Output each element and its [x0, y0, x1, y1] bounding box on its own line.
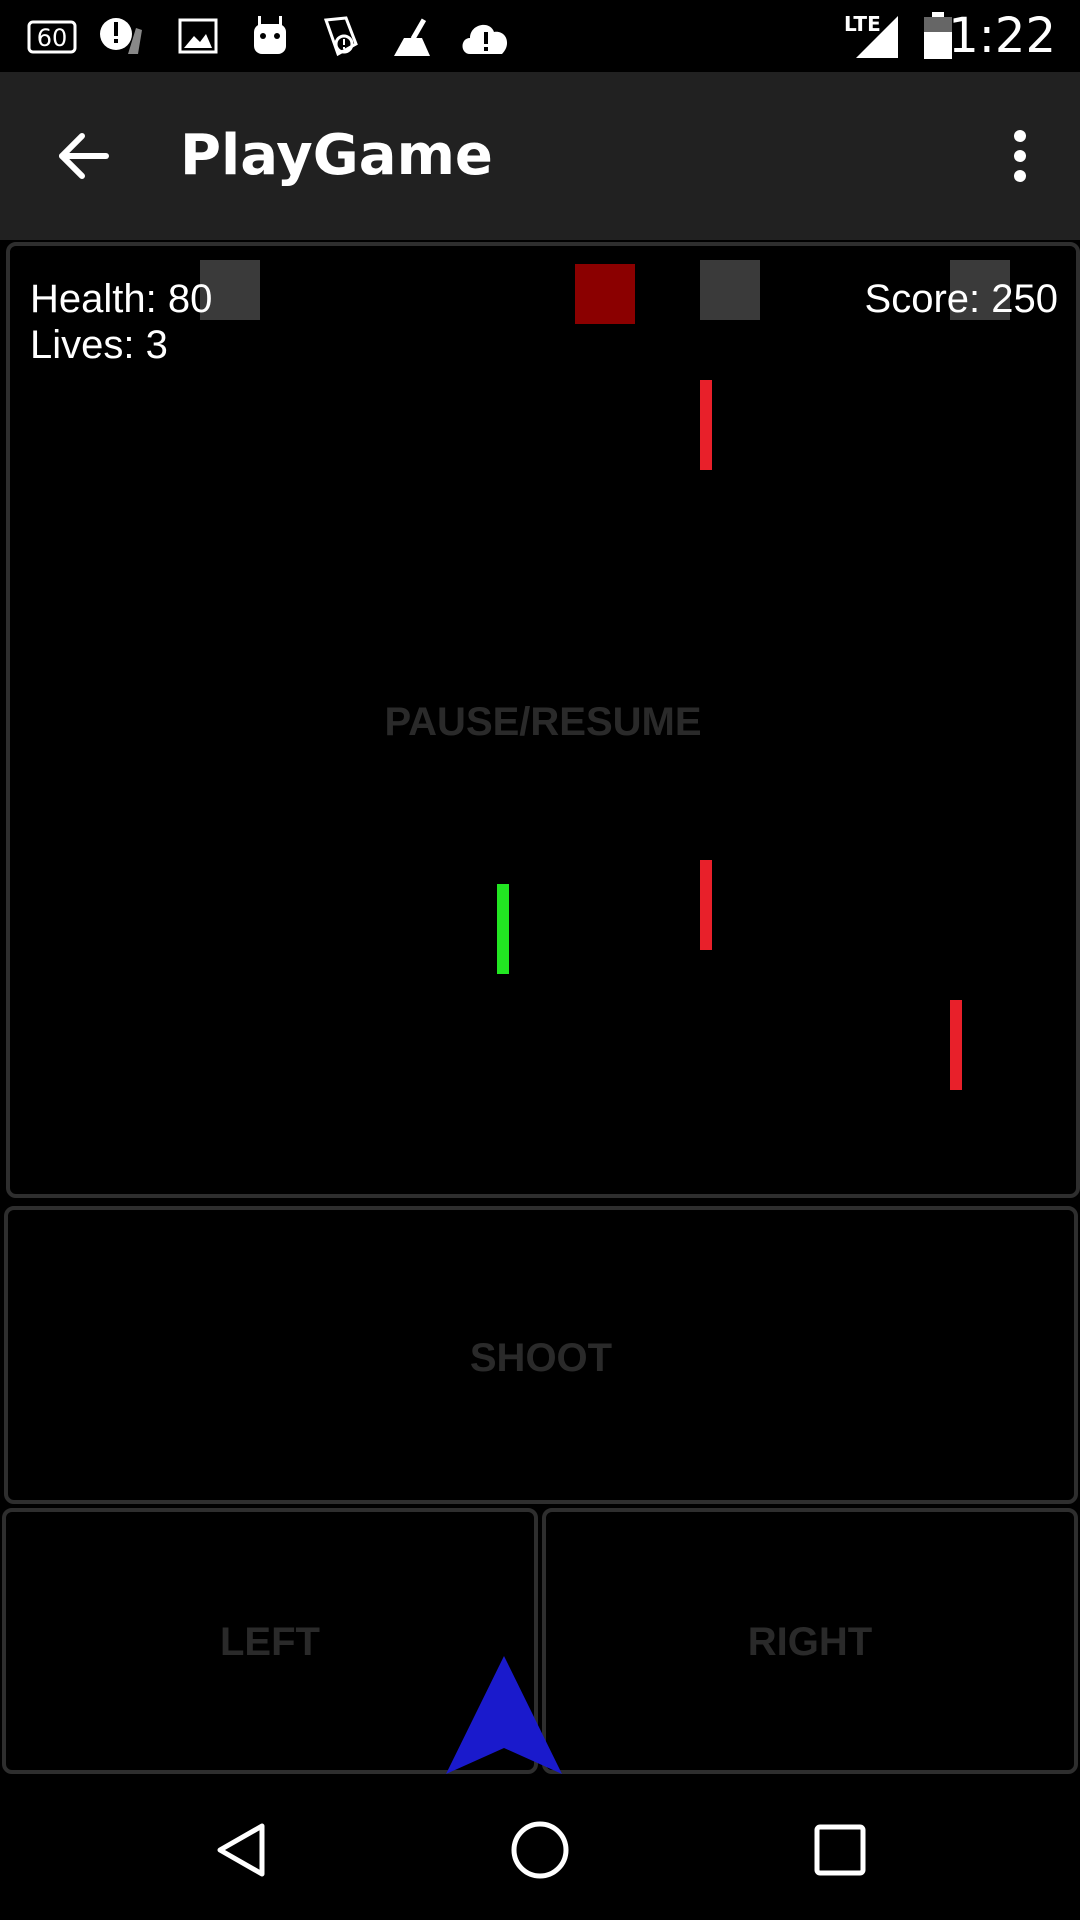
enemy-laser — [700, 380, 712, 470]
sixty-icon: 60 — [27, 20, 77, 54]
enemy-block — [700, 260, 760, 320]
clock: 1:22 — [948, 8, 1056, 64]
status-bar: 60 LTE 1:22 — [0, 0, 1080, 72]
enemy-laser — [700, 860, 712, 950]
player-ship — [446, 1656, 562, 1774]
app-bar: PlayGame — [0, 72, 1080, 240]
alert-can-icon — [323, 16, 358, 57]
back-button[interactable] — [40, 112, 128, 200]
lives-display: Lives: 3 — [30, 323, 168, 367]
right-label: RIGHT — [747, 1620, 873, 1664]
player-laser — [497, 884, 509, 974]
broom-icon — [394, 18, 430, 56]
shoot-button[interactable]: SHOOT — [4, 1206, 1078, 1504]
health-display: Health: 80 — [30, 277, 213, 321]
pause-resume-label: PAUSE/RESUME — [384, 700, 702, 744]
pause-resume-button[interactable]: PAUSE/RESUME — [6, 242, 1080, 1198]
enemy-laser — [950, 1000, 962, 1090]
more-vert-icon — [1014, 130, 1026, 182]
enemy-block-red — [575, 264, 635, 324]
svg-text:60: 60 — [37, 24, 68, 52]
image-icon — [178, 18, 218, 54]
alert-broom-icon — [100, 18, 142, 54]
overflow-menu-button[interactable] — [976, 112, 1064, 200]
signal-icon — [856, 16, 898, 58]
nav-recents-icon[interactable] — [812, 1822, 868, 1878]
nav-home-icon[interactable] — [508, 1818, 572, 1882]
shoot-label: SHOOT — [469, 1336, 613, 1380]
right-button[interactable]: RIGHT — [542, 1508, 1078, 1774]
cloud-alert-icon — [462, 24, 508, 54]
arrow-back-icon — [59, 133, 109, 179]
page-title: PlayGame — [180, 123, 493, 188]
navigation-bar — [0, 1776, 1080, 1920]
android-icon — [254, 16, 286, 54]
score-display: Score: 250 — [864, 277, 1058, 321]
nav-back-icon[interactable] — [212, 1820, 268, 1880]
